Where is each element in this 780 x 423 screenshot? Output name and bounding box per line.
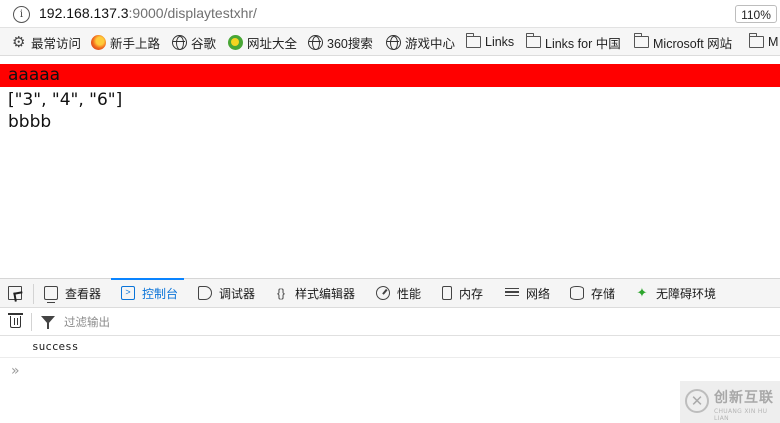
performance-icon bbox=[376, 286, 390, 300]
bookmark-label: 360搜索 bbox=[327, 36, 373, 51]
console-icon: > bbox=[121, 286, 135, 300]
tab-inspector[interactable]: 查看器 bbox=[44, 279, 101, 307]
bookmark-most-visited[interactable]: ⚙ 最常访问 bbox=[12, 28, 82, 55]
tab-debugger[interactable]: 调试器 bbox=[198, 279, 255, 307]
tab-label: 网络 bbox=[526, 286, 551, 301]
tab-performance[interactable]: 性能 bbox=[376, 279, 421, 307]
zoom-level-button[interactable]: 110% bbox=[735, 5, 777, 23]
tab-label: 内存 bbox=[459, 286, 484, 301]
console-command-input[interactable] bbox=[30, 362, 674, 384]
url-path: :9000/displaytestxhr/ bbox=[128, 5, 257, 21]
tab-label: 查看器 bbox=[65, 286, 102, 301]
plain-text-line: bbbb bbox=[8, 112, 52, 132]
bookmark-label: 谷歌 bbox=[191, 36, 217, 51]
tab-memory[interactable]: 内存 bbox=[440, 279, 483, 307]
bookmark-google[interactable]: 谷歌 bbox=[172, 28, 217, 55]
tab-label: 控制台 bbox=[142, 286, 179, 301]
tab-label: 存储 bbox=[591, 286, 616, 301]
memory-icon bbox=[442, 286, 452, 300]
tab-label: 无障碍环境 bbox=[656, 286, 717, 301]
globe-icon bbox=[386, 34, 401, 50]
console-message: success bbox=[32, 340, 79, 353]
storage-icon bbox=[570, 286, 584, 300]
folder-icon bbox=[526, 33, 541, 48]
page-content: aaaaa ["3", "4", "6"] bbbb bbox=[0, 56, 780, 278]
tab-console[interactable]: > 控制台 bbox=[110, 278, 185, 307]
tab-storage[interactable]: 存储 bbox=[570, 279, 615, 307]
network-icon bbox=[505, 286, 519, 300]
array-text-line: ["3", "4", "6"] bbox=[8, 90, 123, 110]
tab-label: 性能 bbox=[397, 286, 422, 301]
console-input-row[interactable]: » bbox=[0, 358, 780, 423]
console-filter-bar bbox=[0, 308, 780, 336]
bookmark-label: 网址大全 bbox=[247, 36, 298, 51]
daohang-icon bbox=[228, 34, 243, 50]
watermark-brand-en: CHUANG XIN HU LIAN bbox=[714, 408, 768, 422]
folder-icon bbox=[466, 33, 481, 48]
tab-label: 调试器 bbox=[219, 286, 256, 301]
globe-icon bbox=[172, 34, 187, 50]
bookmark-label: 新手上路 bbox=[110, 36, 161, 51]
bookmark-daohang[interactable]: 网址大全 bbox=[228, 28, 298, 55]
brand-watermark: ✕ 创新互联 CHUANG XIN HU LIAN bbox=[680, 381, 780, 423]
console-message-row: success bbox=[0, 336, 780, 358]
folder-icon bbox=[749, 33, 764, 48]
bookmark-folder-overflow[interactable]: M bbox=[749, 28, 779, 55]
bookmark-label: Microsoft 网站 bbox=[653, 36, 733, 51]
bookmark-game-center[interactable]: 游戏中心 bbox=[386, 28, 456, 55]
bookmark-folder-microsoft[interactable]: Microsoft 网站 bbox=[634, 28, 733, 55]
bookmark-label: Links for 中国 bbox=[545, 36, 621, 51]
inspector-icon bbox=[44, 286, 58, 303]
watermark-brand-cn: 创新互联 bbox=[714, 390, 774, 406]
bookmark-label: 最常访问 bbox=[31, 36, 82, 51]
brand-logo-icon: ✕ bbox=[685, 389, 709, 413]
trash-icon[interactable] bbox=[8, 313, 23, 328]
highlighted-text-line: aaaaa bbox=[0, 64, 780, 87]
firefox-icon bbox=[91, 34, 106, 50]
folder-icon bbox=[634, 33, 649, 48]
gear-icon: ⚙ bbox=[12, 33, 26, 51]
toolbar-divider bbox=[31, 313, 32, 331]
bookmark-label: 游戏中心 bbox=[405, 36, 456, 51]
filter-icon bbox=[41, 316, 55, 329]
bookmarks-toolbar: ⚙ 最常访问 新手上路 谷歌 网址大全 360搜索 游戏中心 Links Link… bbox=[0, 28, 780, 56]
chevron-right-icon: » bbox=[11, 363, 20, 379]
bookmark-label: Links bbox=[485, 35, 515, 49]
filter-output-input[interactable] bbox=[62, 312, 686, 334]
toolbar-divider bbox=[33, 284, 34, 304]
debugger-icon bbox=[198, 286, 212, 300]
url-bar[interactable]: i 192.168.137.3:9000/displaytestxhr/ 110… bbox=[0, 0, 780, 28]
bookmark-folder-links-china[interactable]: Links for 中国 bbox=[526, 28, 621, 55]
url-text[interactable]: 192.168.137.3:9000/displaytestxhr/ bbox=[39, 5, 257, 21]
bookmark-label: M bbox=[768, 35, 779, 49]
globe-icon bbox=[308, 34, 323, 50]
element-picker-icon[interactable] bbox=[8, 286, 22, 300]
site-info-icon[interactable]: i bbox=[13, 6, 30, 23]
tab-accessibility[interactable]: ✦ 无障碍环境 bbox=[635, 279, 716, 307]
bookmark-360-search[interactable]: 360搜索 bbox=[308, 28, 373, 55]
devtools-toolbar: 查看器 > 控制台 调试器 {} 样式编辑器 性能 内存 网络 存储 ✦ 无障碍环境 bbox=[0, 278, 780, 308]
bookmark-folder-links[interactable]: Links bbox=[466, 28, 515, 55]
tab-style-editor[interactable]: {} 样式编辑器 bbox=[274, 279, 355, 307]
braces-icon: {} bbox=[276, 286, 285, 300]
accessibility-icon: ✦ bbox=[636, 285, 648, 300]
bookmark-getting-started[interactable]: 新手上路 bbox=[91, 28, 161, 55]
tab-network[interactable]: 网络 bbox=[505, 279, 550, 307]
tab-label: 样式编辑器 bbox=[295, 286, 356, 301]
url-host: 192.168.137.3 bbox=[39, 5, 129, 21]
